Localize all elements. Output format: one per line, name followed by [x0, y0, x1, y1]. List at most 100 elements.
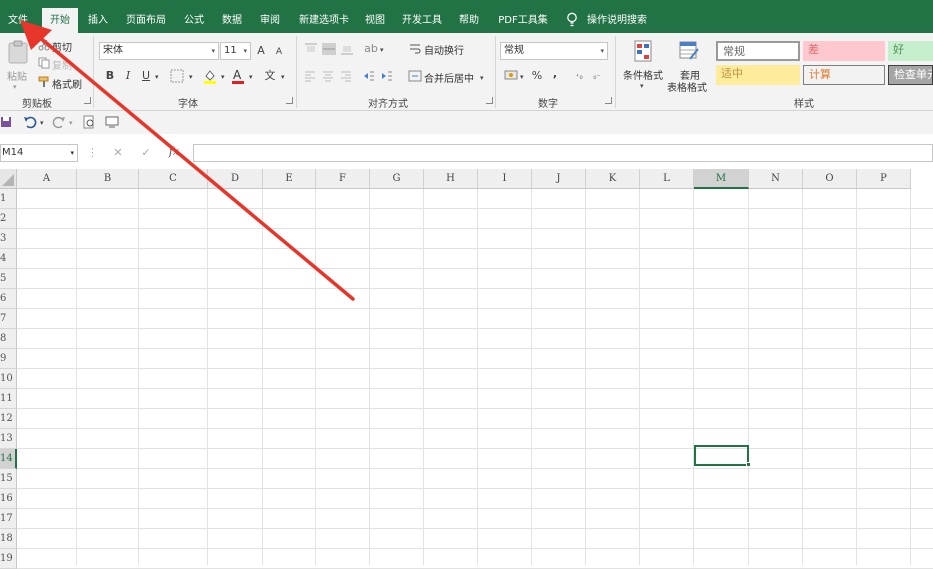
- format-painter-icon[interactable]: [38, 76, 50, 88]
- fill-color-icon[interactable]: [203, 68, 217, 84]
- cut-button[interactable]: 剪切: [52, 39, 72, 54]
- align-middle-icon[interactable]: [322, 43, 336, 55]
- wrap-text-button[interactable]: 自动换行: [424, 42, 464, 57]
- screen-icon[interactable]: [105, 115, 119, 129]
- tab-pdf-tools[interactable]: PDF工具集: [494, 8, 552, 33]
- column-header-j[interactable]: J: [532, 169, 586, 189]
- font-size-select[interactable]: 11 ▾: [220, 42, 251, 60]
- cell-style-normal[interactable]: 常规: [716, 41, 800, 61]
- font-color-dropdown-icon[interactable]: ▾: [249, 70, 253, 84]
- phonetic-guide-icon[interactable]: 文: [263, 69, 277, 83]
- row-header-14[interactable]: 14: [0, 449, 17, 469]
- column-header-e[interactable]: E: [263, 169, 316, 189]
- row-header-10[interactable]: 10: [0, 369, 17, 389]
- tab-data[interactable]: 数据: [216, 8, 248, 33]
- row-header-7[interactable]: 7: [0, 309, 17, 329]
- font-launcher-icon[interactable]: [286, 97, 293, 104]
- fill-color-dropdown-icon[interactable]: ▾: [221, 70, 225, 84]
- align-center-icon[interactable]: [322, 70, 334, 82]
- row-header-2[interactable]: 2: [0, 209, 17, 229]
- formula-input[interactable]: [193, 144, 933, 162]
- row-header-17[interactable]: 17: [0, 509, 17, 529]
- cancel-edit-button[interactable]: ✕: [112, 146, 124, 160]
- tab-home[interactable]: 开始: [42, 8, 78, 33]
- undo-dropdown-icon[interactable]: ▾: [40, 116, 44, 130]
- row-header-11[interactable]: 11: [0, 389, 17, 409]
- column-header-b[interactable]: B: [77, 169, 139, 189]
- grow-font-button[interactable]: A: [255, 44, 267, 58]
- insert-function-button[interactable]: fx: [166, 145, 182, 159]
- fill-handle[interactable]: [746, 462, 751, 467]
- row-header-16[interactable]: 16: [0, 489, 17, 509]
- column-header-d[interactable]: D: [208, 169, 263, 189]
- borders-dropdown-icon[interactable]: ▾: [189, 70, 193, 84]
- wrap-text-icon[interactable]: [409, 43, 421, 55]
- tab-review[interactable]: 审阅: [254, 8, 286, 33]
- column-header-c[interactable]: C: [139, 169, 208, 189]
- tab-help[interactable]: 帮助: [454, 8, 484, 33]
- orientation-dropdown-icon[interactable]: ▾: [380, 43, 384, 57]
- paste-icon[interactable]: [6, 39, 32, 65]
- row-header-3[interactable]: 3: [0, 229, 17, 249]
- paste-dropdown-icon[interactable]: ▾: [13, 80, 17, 94]
- font-name-select[interactable]: 宋体 ▾: [99, 42, 219, 60]
- font-color-icon[interactable]: A: [231, 68, 245, 84]
- row-header-18[interactable]: 18: [0, 529, 17, 549]
- cell-style-bad[interactable]: 差: [803, 41, 885, 61]
- scissors-icon[interactable]: [38, 39, 50, 51]
- row-header-13[interactable]: 13: [0, 429, 17, 449]
- shrink-font-button[interactable]: A: [273, 45, 285, 59]
- row-header-6[interactable]: 6: [0, 289, 17, 309]
- merge-center-button[interactable]: 合并后居中: [424, 70, 474, 85]
- column-header-l[interactable]: L: [640, 169, 694, 189]
- column-header-o[interactable]: O: [803, 169, 857, 189]
- enter-edit-button[interactable]: ✓: [140, 146, 152, 160]
- merge-center-icon[interactable]: [408, 70, 422, 82]
- underline-dropdown-icon[interactable]: ▾: [155, 70, 159, 84]
- tab-formulas[interactable]: 公式: [178, 8, 210, 33]
- select-all-button[interactable]: [0, 169, 17, 189]
- tell-me-search[interactable]: 操作说明搜索: [584, 8, 650, 33]
- row-header-4[interactable]: 4: [0, 249, 17, 269]
- name-box[interactable]: M14 ▾: [0, 144, 78, 162]
- format-as-table-label-2[interactable]: 表格格式: [667, 79, 707, 94]
- column-header-m[interactable]: M: [694, 169, 749, 189]
- tab-page-layout[interactable]: 页面布局: [122, 8, 170, 33]
- copy-button[interactable]: 复制: [52, 57, 72, 72]
- number-format-select[interactable]: 常规 ▾: [500, 42, 608, 60]
- redo-dropdown-icon[interactable]: ▾: [69, 116, 73, 130]
- alignment-launcher-icon[interactable]: [486, 97, 493, 104]
- italic-button[interactable]: I: [122, 69, 134, 83]
- currency-icon[interactable]: [504, 69, 518, 81]
- tab-new-tab[interactable]: 新建选项卡: [294, 8, 354, 33]
- number-launcher-icon[interactable]: [605, 97, 612, 104]
- redo-icon[interactable]: [52, 115, 66, 129]
- row-header-12[interactable]: 12: [0, 409, 17, 429]
- decrease-indent-icon[interactable]: [363, 70, 375, 82]
- align-right-icon[interactable]: [340, 70, 352, 82]
- align-left-icon[interactable]: [304, 70, 316, 82]
- clipboard-launcher-icon[interactable]: [84, 97, 91, 104]
- cell-style-neutral[interactable]: 适中: [716, 65, 800, 85]
- row-header-9[interactable]: 9: [0, 349, 17, 369]
- tab-developer[interactable]: 开发工具: [398, 8, 446, 33]
- decrease-decimal-icon[interactable]: ₀⁻: [590, 70, 604, 84]
- paste-button-label[interactable]: 粘贴: [7, 68, 27, 83]
- conditional-formatting-icon[interactable]: [633, 39, 653, 63]
- cell-style-calculation[interactable]: 计算: [803, 65, 885, 85]
- row-header-15[interactable]: 15: [0, 469, 17, 489]
- row-header-19[interactable]: 19: [0, 549, 17, 569]
- column-header-f[interactable]: F: [316, 169, 370, 189]
- bold-button[interactable]: B: [104, 69, 116, 83]
- column-header-a[interactable]: A: [17, 169, 77, 189]
- row-header-8[interactable]: 8: [0, 329, 17, 349]
- worksheet-grid[interactable]: ABCDEFGHIJKLMNOP 1 2 3 4 5 6 7 8 9 10 11 12 13 14 15 16…: [0, 169, 933, 569]
- underline-button[interactable]: U: [140, 69, 152, 83]
- merge-dropdown-icon[interactable]: ▾: [480, 71, 484, 85]
- column-header-i[interactable]: I: [478, 169, 532, 189]
- print-preview-icon[interactable]: [82, 115, 96, 129]
- borders-icon[interactable]: [170, 69, 184, 83]
- column-header-n[interactable]: N: [749, 169, 803, 189]
- align-top-icon[interactable]: [304, 43, 318, 55]
- lightbulb-icon[interactable]: [566, 12, 578, 28]
